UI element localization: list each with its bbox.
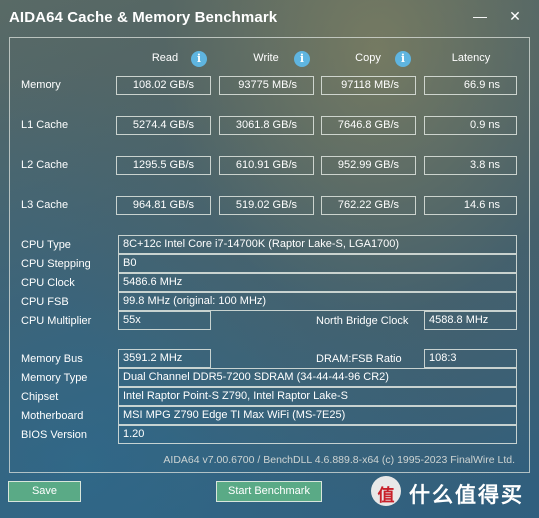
close-icon[interactable]: ✕	[504, 6, 526, 26]
memory-type-value: Dual Channel DDR5-7200 SDRAM (34-44-44-9…	[118, 368, 517, 387]
column-header-copy: Copy	[355, 52, 381, 64]
l2-latency-value: 3.8 ns	[424, 156, 517, 175]
cpu-multiplier-value: 55x	[118, 311, 211, 330]
motherboard-value: MSI MPG Z790 Edge TI Max WiFi (MS-7E25)	[118, 406, 517, 425]
memory-row-label: Memory	[21, 79, 61, 91]
cpu-clock-label: CPU Clock	[21, 277, 75, 289]
aida64-benchmark-window: AIDA64 Cache & Memory Benchmark — ✕ Read…	[0, 0, 539, 518]
l3-read-value: 964.81 GB/s	[116, 196, 211, 215]
l2-copy-value: 952.99 GB/s	[321, 156, 416, 175]
watermark-text: 什么值得买	[409, 483, 524, 507]
cpu-stepping-label: CPU Stepping	[21, 258, 91, 270]
memory-type-label: Memory Type	[21, 372, 88, 384]
window-title: AIDA64 Cache & Memory Benchmark	[9, 9, 278, 26]
save-button[interactable]: Save	[8, 481, 81, 502]
l2-read-value: 1295.5 GB/s	[116, 156, 211, 175]
l3-latency-value: 14.6 ns	[424, 196, 517, 215]
cpu-type-value: 8C+12c Intel Core i7-14700K (Raptor Lake…	[118, 235, 517, 254]
l3-write-value: 519.02 GB/s	[219, 196, 314, 215]
chipset-label: Chipset	[21, 391, 59, 403]
memory-read-value: 108.02 GB/s	[116, 76, 211, 95]
write-info-icon[interactable]: i	[294, 51, 310, 67]
bios-version-value: 1.20	[118, 425, 517, 444]
l3-copy-value: 762.22 GB/s	[321, 196, 416, 215]
chipset-value: Intel Raptor Point-S Z790, Intel Raptor …	[118, 387, 517, 406]
l1-latency-value: 0.9 ns	[424, 116, 517, 135]
column-header-read: Read	[151, 52, 179, 64]
l3-cache-row-label: L3 Cache	[21, 199, 69, 211]
bios-version-label: BIOS Version	[21, 429, 88, 441]
column-header-write: Write	[253, 52, 279, 64]
l1-cache-row-label: L1 Cache	[21, 119, 69, 131]
cpu-stepping-value: B0	[118, 254, 517, 273]
cpu-fsb-value: 99.8 MHz (original: 100 MHz)	[118, 292, 517, 311]
dram-fsb-ratio-label: DRAM:FSB Ratio	[316, 353, 402, 365]
memory-bus-label: Memory Bus	[21, 353, 83, 365]
l2-cache-row-label: L2 Cache	[21, 159, 69, 171]
title-bar[interactable]: AIDA64 Cache & Memory Benchmark — ✕	[0, 0, 539, 34]
copyright-footer: AIDA64 v7.00.6700 / BenchDLL 4.6.889.8-x…	[163, 454, 515, 466]
column-header-latency: Latency	[451, 52, 491, 64]
memory-copy-value: 97118 MB/s	[321, 76, 416, 95]
north-bridge-clock-label: North Bridge Clock	[316, 315, 409, 327]
smzdm-logo-icon	[371, 476, 401, 506]
north-bridge-clock-value: 4588.8 MHz	[424, 311, 517, 330]
cpu-clock-value: 5486.6 MHz	[118, 273, 517, 292]
l2-write-value: 610.91 GB/s	[219, 156, 314, 175]
watermark: 什么值得买	[371, 474, 531, 510]
results-panel: Read i Write i Copy i Latency Memory 108…	[9, 37, 530, 473]
memory-latency-value: 66.9 ns	[424, 76, 517, 95]
dram-fsb-ratio-value: 108:3	[424, 349, 517, 368]
read-info-icon[interactable]: i	[191, 51, 207, 67]
l1-write-value: 3061.8 GB/s	[219, 116, 314, 135]
memory-write-value: 93775 MB/s	[219, 76, 314, 95]
cpu-fsb-label: CPU FSB	[21, 296, 69, 308]
copy-info-icon[interactable]: i	[395, 51, 411, 67]
cpu-multiplier-label: CPU Multiplier	[21, 315, 92, 327]
memory-bus-value: 3591.2 MHz	[118, 349, 211, 368]
minimize-icon[interactable]: —	[469, 6, 491, 26]
cpu-type-label: CPU Type	[21, 239, 71, 251]
start-benchmark-button[interactable]: Start Benchmark	[216, 481, 322, 502]
l1-copy-value: 7646.8 GB/s	[321, 116, 416, 135]
l1-read-value: 5274.4 GB/s	[116, 116, 211, 135]
motherboard-label: Motherboard	[21, 410, 84, 422]
